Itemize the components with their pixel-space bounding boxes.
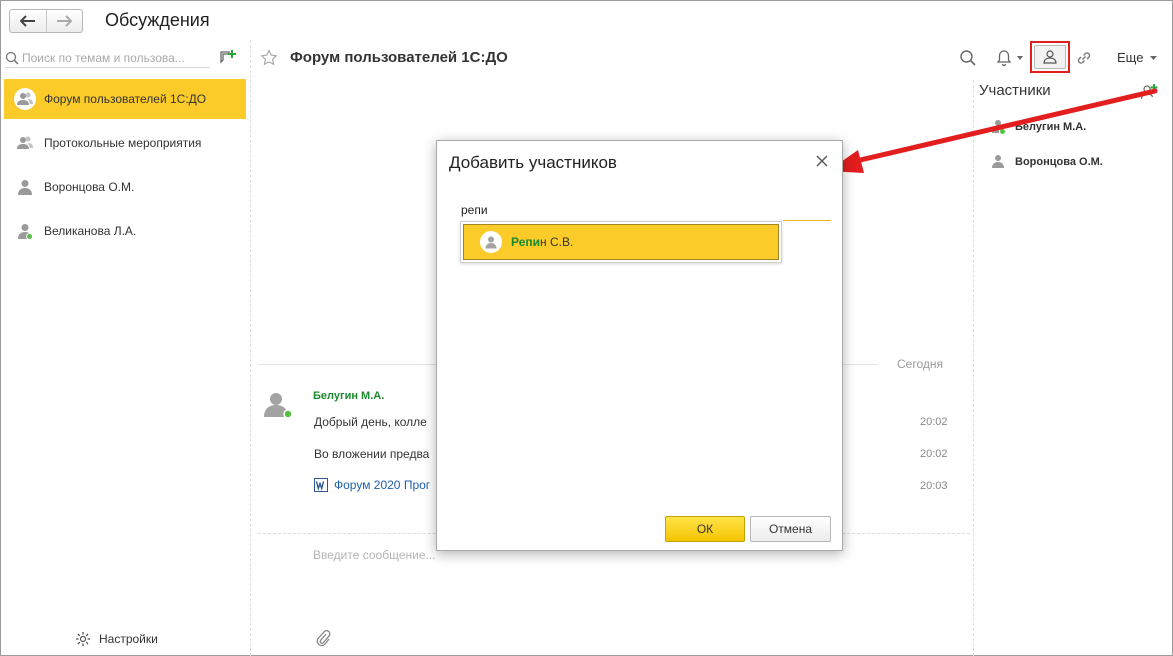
sidebar-divider <box>250 40 251 656</box>
suggestion-rest: н С.В. <box>540 235 574 249</box>
group-icon <box>14 132 36 154</box>
sidebar-item-label: Великанова Л.А. <box>44 224 137 238</box>
online-indicator <box>26 233 33 240</box>
attachment-link[interactable]: Форум 2020 Прог <box>314 478 430 492</box>
arrow-left-icon <box>19 15 35 27</box>
chevron-down-icon <box>1017 56 1023 60</box>
suggestion-match: Репи <box>511 235 541 249</box>
users-icon <box>1043 50 1057 64</box>
message-time: 20:02 <box>920 416 948 428</box>
group-icon <box>14 88 36 110</box>
copy-link-button[interactable] <box>1073 48 1095 68</box>
app-title: Обсуждения <box>105 10 210 30</box>
discussion-search-button[interactable] <box>957 48 979 68</box>
close-icon[interactable] <box>815 154 829 168</box>
attachment-name: Форум 2020 Прог <box>334 478 431 492</box>
annotation-arrow <box>828 88 1158 173</box>
message-text: Во вложении предва <box>314 447 430 461</box>
suggestion-list: Репи н С.В. <box>460 221 782 263</box>
settings-label: Настройки <box>99 632 158 646</box>
suggestion-item[interactable]: Репи н С.В. <box>463 224 779 260</box>
cancel-button[interactable]: Отмена <box>750 516 831 542</box>
user-icon <box>480 231 502 253</box>
discussion-title: Форум пользователей 1С:ДО <box>290 49 508 66</box>
sidebar-item-protocol[interactable]: Протокольные мероприятия <box>4 123 246 163</box>
avatar <box>264 393 292 419</box>
dialog-title: Добавить участников <box>449 153 617 172</box>
day-label: Сегодня <box>897 357 943 371</box>
star-icon[interactable] <box>260 49 278 67</box>
arrow-right-icon <box>57 15 73 27</box>
new-discussion-icon[interactable] <box>219 48 237 66</box>
notifications-button[interactable] <box>993 48 1015 68</box>
input-underline <box>783 220 831 221</box>
search-icon <box>5 51 19 65</box>
navigation-buttons <box>9 9 83 33</box>
gear-icon <box>76 632 90 646</box>
back-button[interactable] <box>10 10 46 32</box>
more-button[interactable]: Еще <box>1117 50 1158 65</box>
word-document-icon <box>314 478 328 492</box>
chevron-down-icon <box>1150 55 1158 60</box>
members-button[interactable] <box>1030 41 1070 73</box>
message-author[interactable]: Белугин М.А. <box>313 390 384 402</box>
add-participants-dialog: Добавить участников Репин С.В. ОК Отмена <box>436 140 843 551</box>
settings-link[interactable]: Настройки <box>75 631 158 647</box>
link-icon <box>1077 52 1091 64</box>
message-time: 20:02 <box>920 448 948 460</box>
topic-search <box>5 48 210 68</box>
sidebar-item-vorontsova[interactable]: Воронцова О.М. <box>4 167 246 207</box>
topic-search-input[interactable] <box>22 50 207 65</box>
bell-icon <box>996 50 1012 67</box>
participant-search-input[interactable] <box>461 200 831 220</box>
sidebar-item-label: Протокольные мероприятия <box>44 136 202 150</box>
sidebar-item-velikanova[interactable]: Великанова Л.А. <box>4 211 246 251</box>
sidebar-item-label: Воронцова О.М. <box>44 180 135 194</box>
more-label: Еще <box>1117 50 1144 65</box>
ok-button[interactable]: ОК <box>665 516 745 542</box>
members-button-face <box>1034 45 1066 69</box>
sidebar-item-label: Форум пользователей 1С:ДО <box>44 92 207 106</box>
message-time: 20:03 <box>920 480 948 492</box>
user-icon <box>14 220 36 242</box>
user-icon <box>14 176 36 198</box>
paperclip-icon[interactable] <box>315 629 331 647</box>
search-icon <box>960 50 976 66</box>
sidebar-item-forum[interactable]: Форум пользователей 1С:ДО <box>4 79 246 119</box>
message-text: Добрый день, колле <box>314 415 427 429</box>
forward-button[interactable] <box>46 10 82 32</box>
